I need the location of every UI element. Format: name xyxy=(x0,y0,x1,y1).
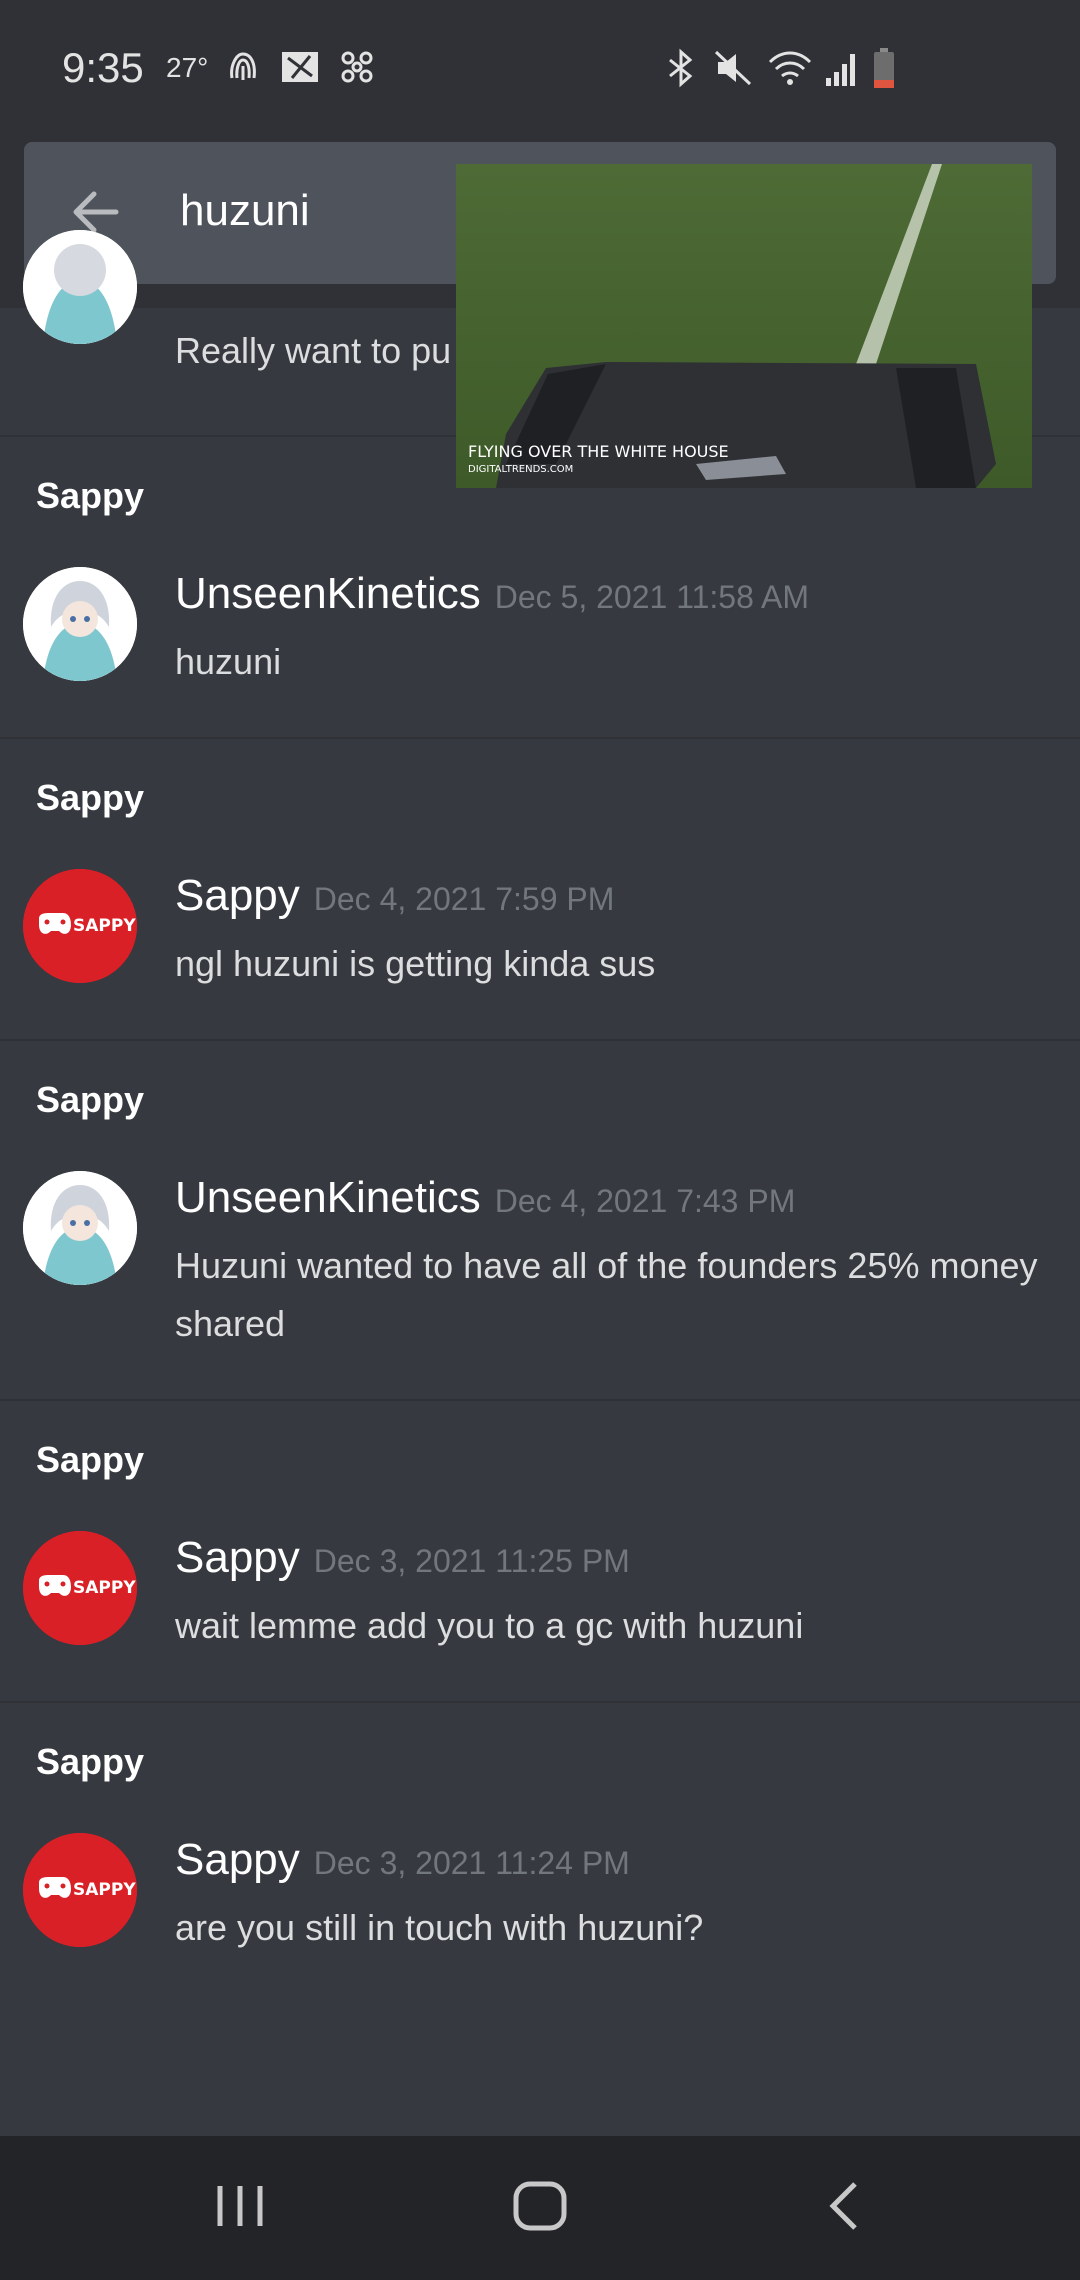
avatar[interactable]: SAPPY xyxy=(23,1833,137,1947)
message-content: ngl huzuni is getting kinda sus xyxy=(175,943,656,984)
fan-icon xyxy=(341,51,373,83)
message-header: Sappy Dec 4, 2021 7:59 PM xyxy=(175,869,1080,935)
battery-icon xyxy=(874,48,894,88)
message[interactable]: SAPPY Sappy Dec 4, 2021 7:59 PM ngl huzuni … xyxy=(0,869,1080,993)
video-source: DIGITALTRENDS.COM xyxy=(468,464,574,475)
status-temperature: 27° xyxy=(166,52,209,83)
avatar[interactable]: SAPPY xyxy=(23,869,137,983)
search-results: Really want to pu Sappy UnseenKinetics Dec… xyxy=(0,230,1080,2003)
message-timestamp: Dec 5, 2021 11:58 AM xyxy=(494,579,810,615)
search-query[interactable]: huzuni xyxy=(180,186,310,236)
author-name[interactable]: UnseenKinetics xyxy=(175,1173,481,1222)
result-item[interactable]: Sappy SAPPY Sappy Dec 3, 2021 11:25 PM wait … xyxy=(0,1399,1080,1701)
message-content: wait lemme add you to a gc with huzuni xyxy=(175,1605,804,1646)
author-name[interactable]: Sappy xyxy=(175,1533,300,1582)
video-frame-image xyxy=(456,164,1032,488)
message-header: Sappy Dec 3, 2021 11:25 PM xyxy=(175,1531,1080,1597)
message-timestamp: Dec 3, 2021 11:24 PM xyxy=(313,1845,630,1881)
author-name[interactable]: Sappy xyxy=(175,871,300,920)
channel-label: Sappy xyxy=(36,1079,145,1120)
recents-icon[interactable] xyxy=(210,2176,270,2236)
wifi-icon xyxy=(768,51,812,85)
status-bar: 9:35 27° xyxy=(0,0,1080,118)
home-icon[interactable] xyxy=(510,2176,570,2236)
result-list: Sappy UnseenKinetics Dec 5, 2021 11:58 AM h… xyxy=(0,435,1080,2003)
bluetooth-icon xyxy=(669,48,693,88)
avatar[interactable]: SAPPY xyxy=(23,1531,137,1645)
channel-label: Sappy xyxy=(36,1439,145,1480)
back-icon[interactable] xyxy=(815,2176,875,2236)
avatar-label: SAPPY xyxy=(73,916,136,936)
channel-label: Sappy xyxy=(36,1741,145,1782)
message-header: Sappy Dec 3, 2021 11:24 PM xyxy=(175,1833,1080,1899)
message-header: UnseenKinetics Dec 4, 2021 7:43 PM xyxy=(175,1171,1080,1237)
nav-bar xyxy=(0,2136,1080,2280)
avatar[interactable] xyxy=(23,567,137,681)
status-time: 9:35 xyxy=(62,44,144,91)
message-content: are you still in touch with huzuni? xyxy=(175,1907,704,1948)
message-content: Really want to pu xyxy=(175,330,452,371)
message[interactable]: SAPPY Sappy Dec 3, 2021 11:25 PM wait lemme… xyxy=(0,1531,1080,1655)
avatar[interactable] xyxy=(23,1171,137,1285)
author-name[interactable]: Sappy xyxy=(175,1835,300,1884)
gallery-icon xyxy=(282,52,318,82)
result-item[interactable]: Sappy SAPPY Sappy Dec 3, 2021 11:24 PM are y… xyxy=(0,1701,1080,2003)
avatar-label: SAPPY xyxy=(73,1578,136,1598)
result-item[interactable]: Sappy UnseenKinetics Dec 4, 2021 7:43 PM Hu… xyxy=(0,1039,1080,1399)
signal-icon xyxy=(826,54,855,86)
message[interactable]: UnseenKinetics Dec 4, 2021 7:43 PM Huzuni … xyxy=(0,1171,1080,1353)
author-name[interactable]: UnseenKinetics xyxy=(175,569,481,618)
avatar-label: SAPPY xyxy=(73,1880,136,1900)
message-timestamp: Dec 4, 2021 7:59 PM xyxy=(313,881,615,917)
mute-icon xyxy=(714,50,752,86)
message-header: UnseenKinetics Dec 5, 2021 11:58 AM xyxy=(175,567,1080,633)
message-timestamp: Dec 3, 2021 11:25 PM xyxy=(313,1543,630,1579)
result-item[interactable]: Sappy SAPPY Sappy Dec 4, 2021 7:59 PM ngl hu… xyxy=(0,737,1080,1039)
message[interactable]: SAPPY Sappy Dec 3, 2021 11:24 PM are you st… xyxy=(0,1833,1080,1957)
video-overlay[interactable]: FLYING OVER THE WHITE HOUSE DIGITALTREND… xyxy=(456,164,1032,488)
message-content: Huzuni wanted to have all of the founder… xyxy=(175,1245,1038,1344)
fingerprint-icon xyxy=(230,52,256,80)
avatar[interactable] xyxy=(23,230,137,344)
message[interactable]: UnseenKinetics Dec 5, 2021 11:58 AM huzuni xyxy=(0,567,1080,691)
message-timestamp: Dec 4, 2021 7:43 PM xyxy=(494,1183,796,1219)
channel-label: Sappy xyxy=(36,777,145,818)
message-content: huzuni xyxy=(175,641,282,682)
video-caption: FLYING OVER THE WHITE HOUSE xyxy=(468,442,729,461)
